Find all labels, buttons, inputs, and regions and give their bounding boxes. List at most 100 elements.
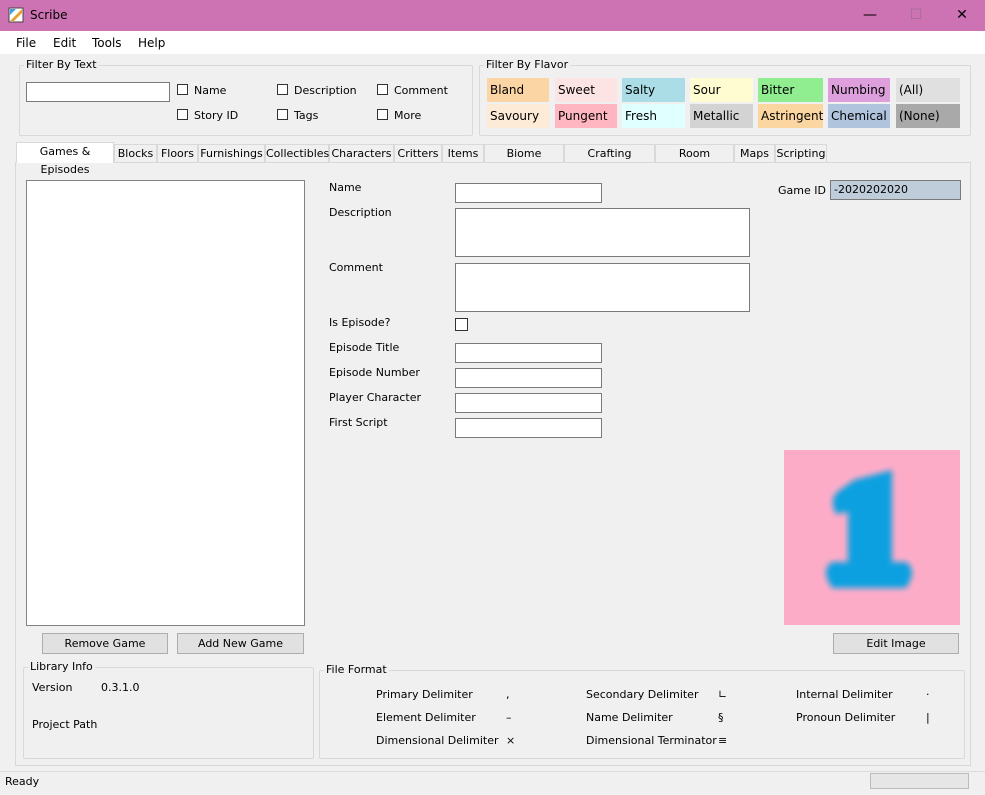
edit-image-button[interactable]: Edit Image — [833, 633, 959, 654]
flavor-astringent-button[interactable]: Astringent — [758, 104, 823, 128]
library-info-label: Library Info — [28, 660, 95, 673]
primary-delimiter-symbol: , — [506, 688, 510, 701]
game-id-label: Game ID — [778, 184, 826, 197]
comment-checkbox-label: Comment — [394, 84, 448, 97]
add-new-game-button[interactable]: Add New Game — [177, 633, 304, 654]
name-field[interactable] — [455, 183, 602, 203]
close-icon: ✕ — [956, 7, 968, 23]
flavor-all-button[interactable]: (All) — [896, 78, 960, 102]
description-field[interactable] — [455, 208, 750, 257]
tab-crafting-recipes[interactable]: Crafting Recipes — [564, 144, 655, 178]
tab-blocks[interactable]: Blocks — [114, 144, 157, 162]
game-id-field[interactable]: -2020202020 — [830, 180, 961, 200]
tab-biome-recipes[interactable]: Biome Recipes — [484, 144, 564, 178]
flavor-savoury-button[interactable]: Savoury — [487, 104, 549, 128]
first-script-field[interactable] — [455, 418, 602, 438]
flavor-pungent-button[interactable]: Pungent — [555, 104, 617, 128]
description-checkbox[interactable] — [277, 84, 288, 95]
name-delimiter-label: Name Delimiter — [586, 711, 673, 724]
description-checkbox-label: Description — [294, 84, 357, 97]
dimensional-terminator-symbol: ≡ — [718, 734, 728, 747]
is-episode-checkbox[interactable] — [455, 318, 468, 331]
element-delimiter-label: Element Delimiter — [376, 711, 476, 724]
project-path-label: Project Path — [32, 718, 98, 731]
flavor-sour-button[interactable]: Sour — [690, 78, 753, 102]
story-id-checkbox-label: Story ID — [194, 109, 239, 122]
app-icon — [8, 7, 24, 23]
flavor-fresh-button[interactable]: Fresh — [622, 104, 685, 128]
tab-items[interactable]: Items — [442, 144, 484, 162]
story-id-checkbox[interactable] — [177, 109, 188, 120]
flavor-bland-button[interactable]: Bland — [487, 78, 549, 102]
is-episode-label: Is Episode? — [329, 316, 391, 329]
player-character-label: Player Character — [329, 391, 422, 404]
tab-floors[interactable]: Floors — [157, 144, 198, 162]
tab-room-recipes[interactable]: Room Recipes — [655, 144, 734, 178]
description-label: Description — [329, 206, 392, 219]
more-checkbox[interactable] — [377, 109, 388, 120]
first-script-label: First Script — [329, 416, 388, 429]
menu-help[interactable]: Help — [138, 36, 165, 50]
version-label: Version — [32, 681, 73, 694]
name-checkbox[interactable] — [177, 84, 188, 95]
episode-number-label: Episode Number — [329, 366, 420, 379]
maximize-icon: ☐ — [909, 7, 923, 23]
tags-checkbox-label: Tags — [294, 109, 319, 122]
comment-checkbox[interactable] — [377, 84, 388, 95]
comment-field[interactable] — [455, 263, 750, 312]
status-bar — [0, 771, 985, 795]
games-list[interactable] — [26, 180, 305, 626]
episode-title-label: Episode Title — [329, 341, 400, 354]
filter-text-input[interactable] — [26, 82, 170, 102]
tab-maps[interactable]: Maps — [734, 144, 775, 162]
number-one-image — [784, 450, 960, 625]
menu-file[interactable]: File — [16, 36, 36, 50]
internal-delimiter-label: Internal Delimiter — [796, 688, 893, 701]
name-delimiter-symbol: § — [718, 711, 724, 724]
tab-games-and-episodes[interactable]: Games & Episodes — [16, 142, 114, 176]
flavor-numbing-button[interactable]: Numbing — [828, 78, 890, 102]
file-format-label: File Format — [324, 663, 389, 676]
primary-delimiter-label: Primary Delimiter — [376, 688, 473, 701]
dimensional-delimiter-symbol: × — [506, 734, 516, 747]
flavor-bitter-button[interactable]: Bitter — [758, 78, 823, 102]
filter-by-text-label: Filter By Text — [24, 58, 99, 71]
tab-furnishings[interactable]: Furnishings — [198, 144, 265, 162]
flavor-metallic-button[interactable]: Metallic — [690, 104, 753, 128]
secondary-delimiter-label: Secondary Delimiter — [586, 688, 699, 701]
dimensional-terminator-label: Dimensional Terminator — [586, 734, 717, 747]
minimize-button[interactable]: — — [847, 0, 893, 31]
version-value: 0.3.1.0 — [101, 681, 140, 694]
menu-tools[interactable]: Tools — [92, 36, 122, 50]
title-bar — [0, 0, 985, 31]
filter-by-flavor-label: Filter By Flavor — [484, 58, 571, 71]
element-delimiter-symbol: – — [506, 711, 512, 724]
secondary-delimiter-symbol: ∟ — [718, 688, 728, 701]
episode-number-field[interactable] — [455, 368, 602, 388]
flavor-salty-button[interactable]: Salty — [622, 78, 685, 102]
flavor-chemical-button[interactable]: Chemical — [828, 104, 890, 128]
dimensional-delimiter-label: Dimensional Delimiter — [376, 734, 499, 747]
more-checkbox-label: More — [394, 109, 422, 122]
tab-collectibles[interactable]: Collectibles — [265, 144, 329, 162]
name-label: Name — [329, 181, 362, 194]
flavor-none-button[interactable]: (None) — [896, 104, 960, 128]
maximize-button[interactable]: ☐ — [893, 0, 939, 31]
pronoun-delimiter-symbol: | — [926, 711, 930, 724]
player-character-field[interactable] — [455, 393, 602, 413]
remove-game-button[interactable]: Remove Game — [42, 633, 168, 654]
tab-scripting[interactable]: Scripting — [775, 144, 827, 162]
flavor-sweet-button[interactable]: Sweet — [555, 78, 617, 102]
tab-characters[interactable]: Characters — [329, 144, 394, 162]
tab-critters[interactable]: Critters — [394, 144, 442, 162]
pronoun-delimiter-label: Pronoun Delimiter — [796, 711, 896, 724]
tags-checkbox[interactable] — [277, 109, 288, 120]
close-button[interactable]: ✕ — [939, 0, 985, 31]
status-text: Ready — [5, 775, 40, 788]
comment-label: Comment — [329, 261, 383, 274]
menu-edit[interactable]: Edit — [53, 36, 76, 50]
episode-title-field[interactable] — [455, 343, 602, 363]
name-checkbox-label: Name — [194, 84, 227, 97]
internal-delimiter-symbol: · — [926, 688, 930, 701]
minimize-icon: — — [863, 7, 877, 23]
